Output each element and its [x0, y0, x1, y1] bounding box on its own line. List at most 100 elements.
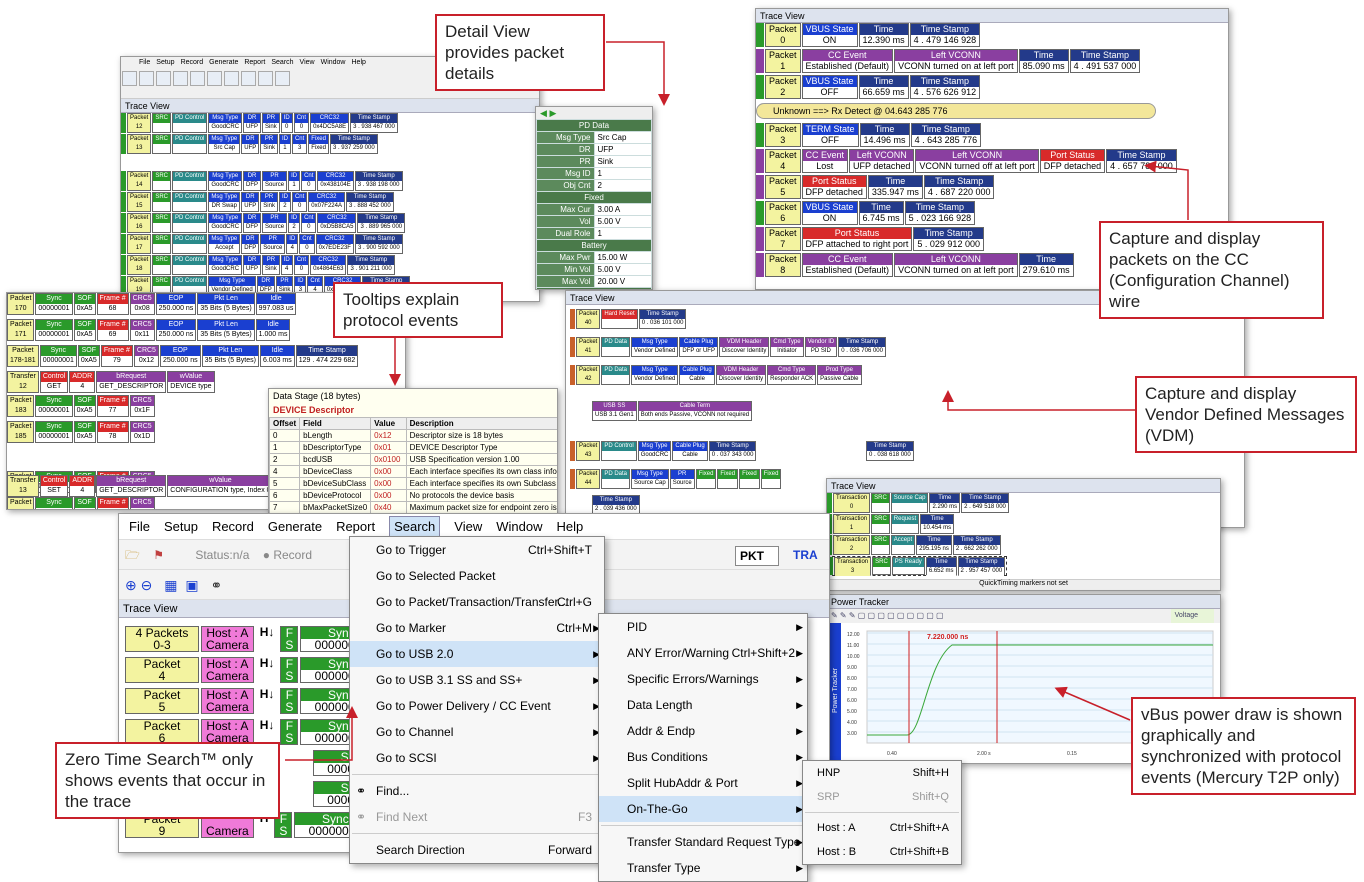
chart-icon[interactable] [258, 71, 273, 86]
save-icon[interactable] [139, 71, 154, 86]
zoom-in-icon[interactable] [207, 71, 222, 86]
search-menu-item[interactable]: ⚭ Find Next F3 [350, 804, 604, 830]
cc-packet-row[interactable]: Packet 4 CC Event Lost Left VCONN UFP detac… [756, 149, 1178, 173]
voltage-dropdown[interactable]: Voltage [1170, 609, 1214, 623]
pd-packet-row[interactable]: Packet 12 SRC PD Control Msg Type GoodCRC … [121, 113, 399, 133]
filter-icon[interactable] [156, 71, 171, 86]
vdm-packet-row[interactable]: Packet 44 PD Data Msg Type Source Cap PR Sour… [570, 469, 782, 489]
pd-packet-row[interactable]: Packet 14 SRC PD Control Msg Type GoodCRC … [121, 171, 404, 191]
usb2-menu-item[interactable]: Data Length ▶ [599, 692, 807, 718]
open-icon[interactable] [122, 71, 137, 86]
zoom-out-icon[interactable] [224, 71, 239, 86]
cc-unknown-event[interactable]: Unknown ==> Rx Detect @ 04.643 285 776 [756, 103, 1156, 119]
search-menu-item[interactable]: Go to USB 2.0 ▶ [350, 641, 604, 667]
pd-menu-help[interactable]: Help [352, 59, 366, 66]
grid-icon[interactable] [275, 71, 290, 86]
search-menu-item[interactable]: ⚭ Find... [350, 778, 604, 804]
menu-record[interactable]: Record [212, 519, 254, 534]
pd-packet-row[interactable]: Packet 16 SRC PD Control Msg Type GoodCRC … [121, 213, 406, 233]
zoom-in-icon[interactable]: ⊕ [125, 577, 137, 593]
usb-packet-row[interactable]: Packet 170 Sync 00000001 SOF 0xA5 Frame #68… [7, 293, 297, 315]
usb2-menu-item[interactable]: ANY Error/Warning Ctrl+Shift+2 ▶ [599, 640, 807, 666]
pd-packet-row[interactable]: Packet 13 SRC PD Control Msg Type Src Cap … [121, 134, 379, 154]
zoom-out-icon[interactable]: ⊖ [141, 577, 153, 593]
pd-menu-report[interactable]: Report [244, 59, 265, 66]
search-icon[interactable] [241, 71, 256, 86]
search-menu-item[interactable]: Go to SCSI ▶ [350, 745, 604, 771]
usb2-menu-item[interactable]: Transfer Type ▶ [599, 855, 807, 881]
vdm-packet-row[interactable]: Packet 41 PD Data Msg Type Vendor Defined Ca… [570, 337, 887, 357]
cc-packet-row[interactable]: Packet 3 TERM State OFF Time 14.496 ms Time… [756, 123, 982, 147]
usb2-menu-item[interactable]: Split HubAddr & Port ▶ [599, 770, 807, 796]
transaction-row[interactable]: Transaction 1 SRC Request Time 10.454 ms [827, 514, 955, 534]
transaction-row[interactable]: Transaction 2 SRC Accept Time 295.195 ns T… [827, 535, 1002, 555]
pd-menu-search[interactable]: Search [271, 59, 293, 66]
search-menu-item[interactable]: Go to Channel ▶ [350, 719, 604, 745]
transaction-row[interactable]: Transaction 3 SRC PS Ready Time 6.652 ms T… [827, 556, 1008, 576]
search-menu-item[interactable]: Go to Trigger Ctrl+Shift+T [350, 537, 604, 563]
back-arrow-icon[interactable]: ◀ [540, 108, 547, 118]
tool-icon[interactable]: ▦ [164, 577, 177, 593]
cc-packet-row[interactable]: Packet 8 CC Event Established (Default) Le… [756, 253, 1075, 277]
usb-packet-row[interactable]: Packet 185 Sync 00000001 SOF 0xA5 Frame #78… [7, 421, 156, 443]
search-menu-item[interactable]: Search Direction Forward [350, 837, 604, 863]
pd-packet-row[interactable]: Packet 17 SRC PD Control Msg Type Accept D… [121, 234, 404, 254]
filter-funnel-icon[interactable]: ⚑ [153, 548, 164, 562]
pd-menu-window[interactable]: Window [321, 59, 346, 66]
vdm-packet-row[interactable]: Packet 40 Hard Reset Time Stamp 0 . 036 101… [570, 309, 687, 329]
view-icon[interactable]: ▣ [185, 577, 198, 593]
cc-packet-row[interactable]: Packet 2 VBUS State OFF Time 66.659 ms Time… [756, 75, 981, 99]
cc-packet-row[interactable]: Packet 0 VBUS State ON Time 12.390 ms Time … [756, 23, 981, 47]
pd-packet-row[interactable]: Packet 18 SRC PD Control Msg Type GoodCRC … [121, 255, 396, 275]
usb2-menu-item[interactable]: Addr & Endp ▶ [599, 718, 807, 744]
otg-menu-item[interactable]: Host : A Ctrl+Shift+A [803, 816, 961, 840]
search-menu-item[interactable]: Go to Packet/Transaction/Transfer... Ctrl… [350, 589, 604, 615]
menu-generate[interactable]: Generate [268, 519, 322, 534]
menu-view[interactable]: View [454, 519, 482, 534]
usb-packet-row[interactable]: Packet 183 Sync 00000001 SOF 0xA5 Frame #77… [7, 395, 156, 417]
usb2-menu-item[interactable]: Transfer Standard Request Type ▶ [599, 829, 807, 855]
search-menu-item[interactable]: Go to Selected Packet [350, 563, 604, 589]
otg-menu-item[interactable]: HNP Shift+H [803, 761, 961, 785]
open-folder-icon[interactable]: 🗁 [125, 548, 140, 562]
otg-menu-item[interactable]: Host : B Ctrl+Shift+B [803, 840, 961, 864]
cc-packet-row[interactable]: Packet 5 Port Status DFP detached Time 335.… [756, 175, 995, 199]
cc-packet-row[interactable]: Packet 1 CC Event Established (Default) Le… [756, 49, 1141, 73]
vdm-packet-row[interactable]: Packet 43 PD Control Msg Type GoodCRC Cable … [570, 441, 757, 461]
menu-file[interactable]: File [129, 519, 150, 534]
search-menu-item[interactable]: Go to Power Delivery / CC Event ▶ [350, 693, 604, 719]
stop-icon[interactable] [190, 71, 205, 86]
menu-report[interactable]: Report [336, 519, 375, 534]
record-icon[interactable] [173, 71, 188, 86]
usb2-menu-item[interactable]: PID ▶ [599, 614, 807, 640]
transaction-row[interactable]: Transaction 0 SRC Source Cap Time 2.290 ms… [827, 493, 1010, 513]
binoculars-icon[interactable]: ⚭ [211, 577, 223, 593]
cc-packet-row[interactable]: Packet 6 VBUS State ON Time 6.745 ms Time S… [756, 201, 976, 225]
usb2-menu-item[interactable]: On-The-Go ▶ [599, 796, 807, 822]
menu-help[interactable]: Help [557, 519, 584, 534]
search-menu-item[interactable]: Go to Marker Ctrl+M ▶ [350, 615, 604, 641]
menu-window[interactable]: Window [496, 519, 542, 534]
usb2-menu-item[interactable]: Bus Conditions ▶ [599, 744, 807, 770]
vdm-packet-row[interactable]: Packet 42 PD Data Msg Type Vendor Defined Ca… [570, 365, 863, 385]
otg-menu-item[interactable]: SRP Shift+Q [803, 785, 961, 809]
usb-packet-row[interactable]: Packet194 Sync00000001 SOF0xA5 Frame #80… [7, 497, 156, 509]
forward-arrow-icon[interactable]: ▶ [549, 108, 556, 118]
usb2-menu-item[interactable]: Specific Errors/Warnings ▶ [599, 666, 807, 692]
cc-packet-row[interactable]: Packet 7 Port Status DFP attached to right… [756, 227, 985, 251]
pd-menu-view[interactable]: View [300, 59, 315, 66]
record-label[interactable]: Record [273, 548, 312, 562]
search-menu-item[interactable]: Go to USB 3.1 SS and SS+ ▶ [350, 667, 604, 693]
tra-button[interactable]: TRA [793, 546, 818, 564]
transfer-row[interactable]: Transfer 13 Control SET ADDR 4 bRequest GET_… [7, 475, 275, 497]
menu-setup[interactable]: Setup [164, 519, 198, 534]
record-icon[interactable]: ● [263, 548, 270, 562]
pd-menu-generate[interactable]: Generate [209, 59, 238, 66]
menu-search[interactable]: Search [389, 516, 441, 537]
transfer-row[interactable]: Transfer 12 Control GET ADDR 4 bRequest GET_… [7, 371, 216, 393]
pd-packet-row[interactable]: Packet 15 SRC PD Control Msg Type DR Swap … [121, 192, 395, 212]
pd-menu-setup[interactable]: Setup [156, 59, 174, 66]
pkt-button[interactable]: PKT [735, 546, 779, 566]
pd-menu-record[interactable]: Record [181, 59, 204, 66]
usb-packet-row[interactable]: Packet 178-181 Sync 00000001 SOF 0xA5 Frame… [7, 345, 359, 367]
